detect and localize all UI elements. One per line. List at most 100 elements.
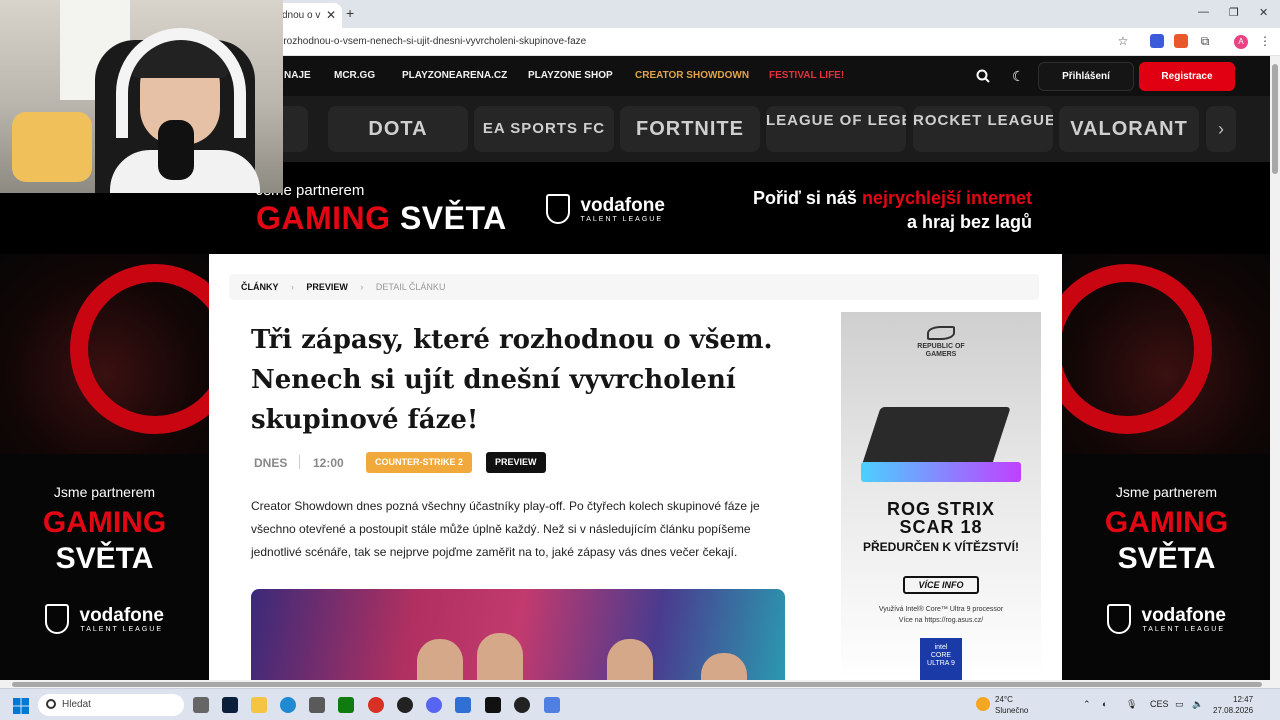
chrome-icon[interactable] (368, 697, 384, 713)
talent-league-text: TALENT LEAGUE (80, 625, 163, 633)
scrollbar-thumb[interactable] (12, 682, 1262, 687)
weather-sun-icon[interactable] (976, 697, 990, 711)
weather-temperature: 24°C (995, 695, 1013, 704)
taskbar-clock[interactable]: 12:47 27.08.2026 (1213, 694, 1253, 716)
task-view-icon[interactable] (193, 697, 209, 713)
side-ad-left[interactable]: Jsme partnerem GAMING SVĚTA vodafone TAL… (0, 254, 209, 680)
vodafone-shield-icon (1107, 604, 1132, 634)
webcam-plush-toys (12, 112, 92, 182)
discord-icon[interactable] (426, 697, 442, 713)
laptop-rgb-glow (861, 462, 1021, 482)
breadcrumb-item-clanky[interactable]: ČLÁNKY (241, 282, 278, 292)
article-lead: Creator Showdown dnes pozná všechny účas… (251, 499, 760, 559)
tag-preview[interactable]: PREVIEW (486, 452, 546, 473)
tray-chevron-up-icon[interactable]: ⌃ (1083, 699, 1091, 710)
chevron-right-icon: › (360, 282, 364, 292)
maximize-icon[interactable]: ❐ (1229, 6, 1239, 19)
side-ad-right[interactable]: Jsme partnerem GAMING SVĚTA vodafone TAL… (1062, 254, 1271, 680)
new-tab-button[interactable]: + (346, 5, 354, 21)
rog-slogan: PŘEDURČEN K VÍTĚZSTVÍ! (862, 540, 1019, 554)
extension-icon[interactable] (1150, 34, 1164, 48)
dark-mode-moon-icon[interactable]: ☾ (1012, 68, 1025, 85)
vodafone-shield-icon (45, 604, 70, 634)
rog-model-line1: ROG STRIX (886, 499, 995, 519)
microphone-icon[interactable]: 🎙 (1126, 699, 1137, 710)
side-partner-text: Jsme partnerem (1115, 484, 1218, 500)
address-bar[interactable]: -rozhodnou-o-vsem-nenech-si-ujit-dnesni-… (280, 36, 586, 47)
app-icon[interactable] (514, 697, 530, 713)
language-indicator[interactable]: CES (1150, 699, 1169, 709)
game-tile-dota[interactable]: DOTA (328, 106, 468, 152)
breadcrumb-item-preview[interactable]: PREVIEW (306, 282, 348, 292)
rog-advertisement[interactable]: REPUBLIC OF GAMERS ROG STRIX SCAR 18 PŘE… (841, 312, 1041, 680)
vodafone-ring-graphic (1062, 264, 1212, 434)
close-tab-icon[interactable]: ✕ (326, 8, 336, 22)
app-icon[interactable] (397, 697, 413, 713)
tag-counter-strike[interactable]: COUNTER-STRIKE 2 (366, 452, 473, 473)
vodafone-name: vodafone (580, 194, 665, 216)
rog-logo: REPUBLIC OF GAMERS (841, 326, 1041, 359)
nav-item-mcr[interactable]: MCR.GG (334, 70, 375, 81)
store-icon[interactable] (309, 697, 325, 713)
side-gaming-text: GAMING (42, 506, 167, 539)
chevron-right-icon[interactable]: › (1206, 106, 1236, 152)
article-date: DNES (254, 456, 288, 470)
game-tile-rocket-league[interactable]: ROCKET LEAGUE (913, 106, 1053, 152)
app-icon[interactable] (544, 697, 560, 713)
close-window-icon[interactable]: ✕ (1259, 6, 1268, 19)
network-icon[interactable]: ▭ (1175, 699, 1184, 710)
banner-headline: GAMING SVĚTA (256, 200, 507, 237)
nav-item-playzonearena[interactable]: PLAYZONEARENA.CZ (402, 70, 507, 81)
chevron-right-icon: › (290, 282, 294, 292)
rog-model-name: ROG STRIX SCAR 18 (841, 500, 1041, 536)
gamer-photo (0, 254, 209, 454)
file-explorer-icon[interactable] (251, 697, 267, 713)
game-tile-ea-fc[interactable]: EA SPORTS FC (474, 106, 614, 152)
tray-app-icon[interactable]: ◐ (1102, 699, 1107, 709)
profile-avatar[interactable]: A (1234, 35, 1248, 49)
talent-league-text: TALENT LEAGUE (1142, 625, 1225, 633)
vodafone-ring-graphic (70, 264, 209, 434)
minimize-icon[interactable]: — (1198, 6, 1209, 18)
weather-widget[interactable]: 24°C Slunečno (995, 694, 1028, 716)
search-icon[interactable] (976, 69, 990, 83)
side-partner-text: Jsme partnerem (53, 484, 156, 500)
side-sveta-text: SVĚTA (1117, 542, 1216, 575)
bookmark-star-icon[interactable]: ☆ (1116, 34, 1130, 48)
vertical-scrollbar[interactable] (1270, 56, 1280, 680)
nav-item-festival-life[interactable]: FESTIVAL LIFE! (769, 70, 844, 81)
game-tile-fortnite[interactable]: FORTNITE (620, 106, 760, 152)
xbox-icon[interactable] (338, 697, 354, 713)
register-button[interactable]: Registrace (1139, 62, 1235, 91)
menu-dots-icon[interactable]: ⋮ (1258, 34, 1272, 48)
extensions-puzzle-icon[interactable]: ⧉ (1198, 34, 1212, 48)
vodafone-logo: vodafone TALENT LEAGUE (546, 194, 665, 224)
scrollbar-thumb[interactable] (1272, 64, 1278, 174)
game-tile-lol[interactable]: LEAGUE OF LEGENDS (766, 106, 906, 152)
windows-start-icon[interactable] (13, 698, 29, 714)
meta-divider (299, 455, 300, 469)
vice-info-button[interactable]: VÍCE INFO (903, 576, 979, 594)
talent-league-text: TALENT LEAGUE (580, 215, 663, 223)
player-face (477, 633, 523, 680)
edge-icon[interactable] (280, 697, 296, 713)
side-sveta-text: SVĚTA (55, 542, 154, 575)
taskbar-search-input[interactable]: Hledat (38, 694, 184, 716)
nav-item[interactable]: NAJE (284, 70, 311, 81)
windows-taskbar: Hledat 24°C Slunečno ⌃ ◐ 🎙 CES ▭ 🔈 12:47… (0, 688, 1280, 720)
horizontal-scrollbar[interactable] (0, 680, 1280, 688)
login-button[interactable]: Přihlášení (1038, 62, 1134, 91)
game-tile-valorant[interactable]: VALORANT (1059, 106, 1199, 152)
photoshop-icon[interactable] (222, 697, 238, 713)
article-time: 12:00 (313, 456, 344, 470)
banner-promo: Pořiď si náš nejrychlejší internet a hra… (753, 186, 1032, 234)
app-icon[interactable] (455, 697, 471, 713)
vodafone-name: vodafone (1141, 604, 1226, 626)
breadcrumb: ČLÁNKY › PREVIEW › DETAIL ČLÁNKU (229, 274, 1039, 300)
nav-item-playzone-shop[interactable]: PLAYZONE SHOP (528, 70, 613, 81)
search-icon (46, 699, 56, 709)
tiktok-icon[interactable] (485, 697, 501, 713)
extension-icon[interactable] (1174, 34, 1188, 48)
volume-icon[interactable]: 🔈 (1192, 699, 1203, 710)
nav-item-creator-showdown[interactable]: CREATOR SHOWDOWN (635, 70, 749, 81)
